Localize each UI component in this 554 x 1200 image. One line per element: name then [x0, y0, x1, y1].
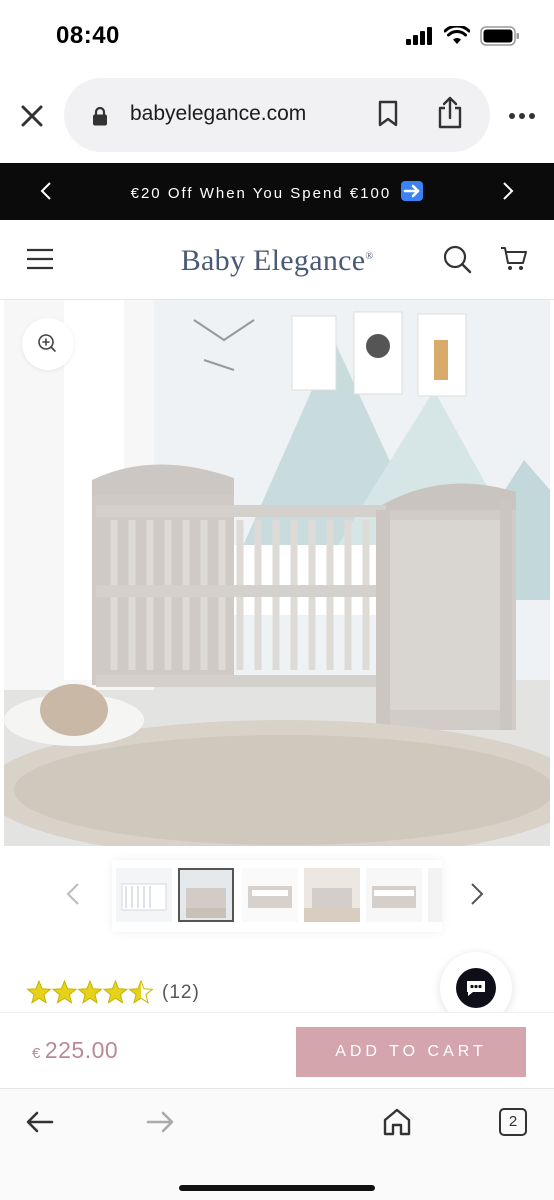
more-icon[interactable]: [508, 112, 536, 120]
promo-text[interactable]: €20 Off When You Spend €100: [0, 181, 554, 202]
thumbnail-grey-cot-angle[interactable]: [366, 868, 422, 922]
add-to-cart-button[interactable]: ADD TO CART: [296, 1027, 526, 1077]
home-icon[interactable]: [382, 1107, 412, 1137]
chevron-right-icon[interactable]: [470, 882, 484, 906]
star-icon: [128, 980, 154, 1004]
share-icon[interactable]: [436, 96, 464, 130]
promo-label: €20 Off When You Spend €100: [130, 185, 392, 202]
zoom-button[interactable]: [22, 318, 74, 370]
product-main-image[interactable]: [4, 300, 550, 846]
chevron-left-icon[interactable]: [66, 882, 80, 906]
chat-icon-badge: [456, 968, 496, 1008]
chevron-right-icon[interactable]: [502, 181, 514, 201]
thumbnail-strip: [112, 860, 442, 932]
status-time: 08:40: [56, 22, 120, 49]
star-icon: [26, 980, 52, 1004]
logo-text: Baby Elegance: [180, 244, 366, 277]
address-bar[interactable]: babyelegance.com: [64, 78, 490, 152]
cart-icon[interactable]: [500, 246, 528, 272]
rating-stars: [26, 980, 154, 1004]
currency-symbol: €: [32, 1045, 41, 1062]
thumbnail-white-cot[interactable]: [116, 868, 172, 922]
thumbnail-gallery: [0, 856, 554, 936]
product-price: €225.00: [32, 1037, 118, 1064]
cot-bed-photo: [4, 300, 550, 846]
site-header: Baby Elegance®: [0, 220, 554, 300]
browser-toolbar: 2: [0, 1088, 554, 1200]
review-count: (12): [162, 982, 200, 1003]
purchase-bar: €225.00 ADD TO CART: [0, 1012, 554, 1088]
battery-icon: [480, 26, 519, 46]
thumbnail-partial[interactable]: [428, 868, 442, 922]
home-indicator: [179, 1185, 375, 1191]
tabs-button[interactable]: 2: [499, 1108, 527, 1136]
arrow-right-emoji-icon: [401, 181, 424, 201]
star-icon: [77, 980, 103, 1004]
chat-icon: [467, 981, 485, 996]
close-icon[interactable]: [18, 102, 46, 130]
wifi-icon: [444, 26, 470, 44]
status-icons: [406, 26, 520, 46]
back-arrow-icon[interactable]: [26, 1111, 54, 1133]
url-text: babyelegance.com: [130, 102, 307, 125]
search-icon[interactable]: [442, 244, 472, 274]
thumbnail-grey-cot-room[interactable]: [178, 868, 234, 922]
thumbnail-grey-cot-side[interactable]: [242, 868, 298, 922]
signal-icon: [406, 27, 432, 45]
logo-registered-mark: ®: [365, 251, 374, 262]
browser-address-row: babyelegance.com: [0, 78, 554, 154]
forward-arrow-icon[interactable]: [146, 1111, 174, 1133]
star-icon: [102, 980, 129, 1004]
status-bar: 08:40: [0, 0, 554, 72]
zoom-icon: [38, 334, 56, 352]
promo-banner: €20 Off When You Spend €100: [0, 163, 554, 220]
product-rating[interactable]: (12): [26, 980, 200, 1006]
bookmark-icon[interactable]: [376, 100, 400, 128]
thumbnail-grey-cot-bedroom[interactable]: [304, 868, 360, 922]
star-icon: [51, 980, 78, 1004]
lock-icon: [93, 106, 107, 126]
price-value: 225.00: [44, 1037, 119, 1063]
